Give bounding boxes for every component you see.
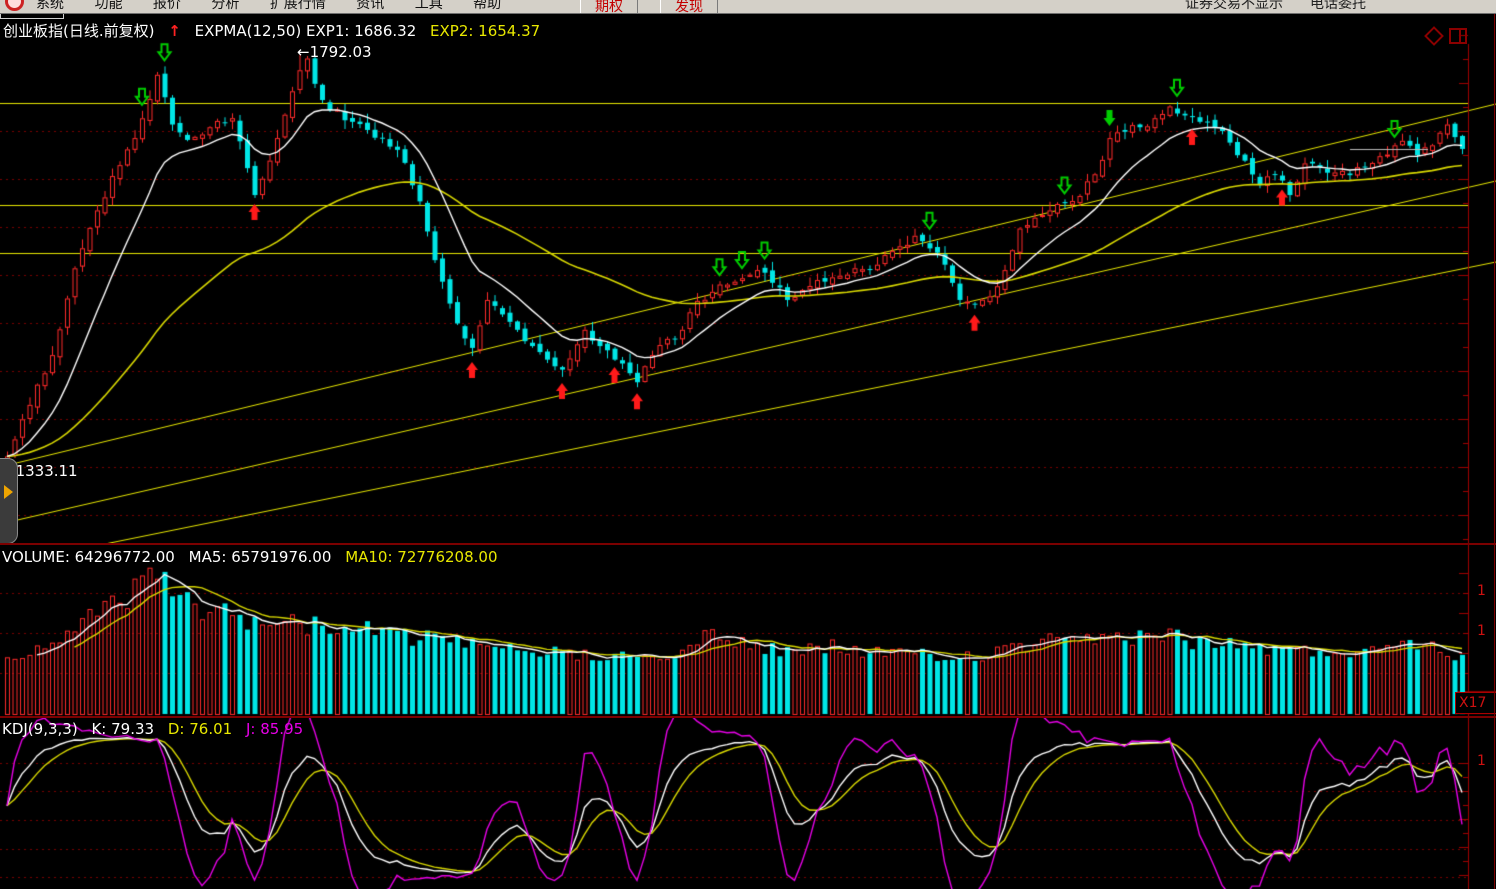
toolbar-collapse-tab[interactable] [0,458,18,544]
instrument-title: 创业板指(日线.前复权) [3,22,154,40]
expand-triangle-icon [4,485,13,499]
kdj-axis-label: 1 [1477,753,1486,769]
volume-ma5-label: MA5: 65791976.00 [189,548,332,566]
exp2-value-label: EXP2: 1654.37 [430,22,540,40]
menu-item-function[interactable]: 功能 [94,0,122,13]
menu-button-discover[interactable]: 发现 [660,0,718,14]
menu-item-tools[interactable]: 工具 [415,0,443,13]
menu-item-help[interactable]: 帮助 [473,0,501,13]
volume-axis-label: 1 [1477,623,1486,639]
high-price-callout: ←1792.03 [297,43,372,61]
up-arrow-icon: ↑ [168,22,181,40]
volume-chart[interactable] [0,545,1496,716]
chart-title-row: 创业板指(日线.前复权) ↑ EXPMA(12,50) EXP1: 1686.3… [3,20,540,41]
kdj-k-label: K: 79.33 [91,720,154,738]
app-logo-icon[interactable] [5,0,24,11]
volume-unit-label: X17 [1455,692,1496,714]
split-window-icon[interactable] [1449,28,1467,44]
kdj-title-row: KDJ(9,3,3) K: 79.33 D: 76.01 J: 85.95 [2,720,303,738]
volume-axis-label: 1 [1477,583,1486,599]
menu-item-quote[interactable]: 报价 [153,0,181,13]
menu-bar: 系统 功能 报价 分析 扩展行情 资讯 工具 帮助 期权 发现 证券交易不显示 … [0,0,1496,14]
volume-title-row: VOLUME: 64296772.00 MA5: 65791976.00 MA1… [2,548,498,566]
kdj-d-label: D: 76.01 [168,720,232,738]
menu-item-system[interactable]: 系统 [36,0,64,13]
right-border [1494,14,1495,889]
trading-terminal: 系统 功能 报价 分析 扩展行情 资讯 工具 帮助 期权 发现 证券交易不显示 … [0,0,1496,889]
expma-indicator-label[interactable]: EXPMA(12,50) EXP1: 1686.32 [195,22,417,40]
menu-items: 系统 功能 报价 分析 扩展行情 资讯 工具 帮助 [36,0,527,13]
kdj-j-label: J: 85.95 [246,720,303,738]
kdj-indicator-label[interactable]: KDJ(9,3,3) [2,720,78,738]
volume-value-label[interactable]: VOLUME: 64296772.00 [2,548,175,566]
main-kline-chart[interactable] [0,14,1496,543]
menu-item-phone-order[interactable]: 电话委托 [1310,0,1366,13]
menu-item-news[interactable]: 资讯 [356,0,384,13]
volume-ma10-label: MA10: 72776208.00 [345,548,497,566]
menu-item-trade-hidden[interactable]: 证券交易不显示 [1185,0,1283,13]
menu-item-analysis[interactable]: 分析 [211,0,239,13]
menu-button-options[interactable]: 期权 [580,0,638,14]
kdj-chart[interactable] [0,718,1496,889]
menu-item-extended-quote[interactable]: 扩展行情 [270,0,326,13]
